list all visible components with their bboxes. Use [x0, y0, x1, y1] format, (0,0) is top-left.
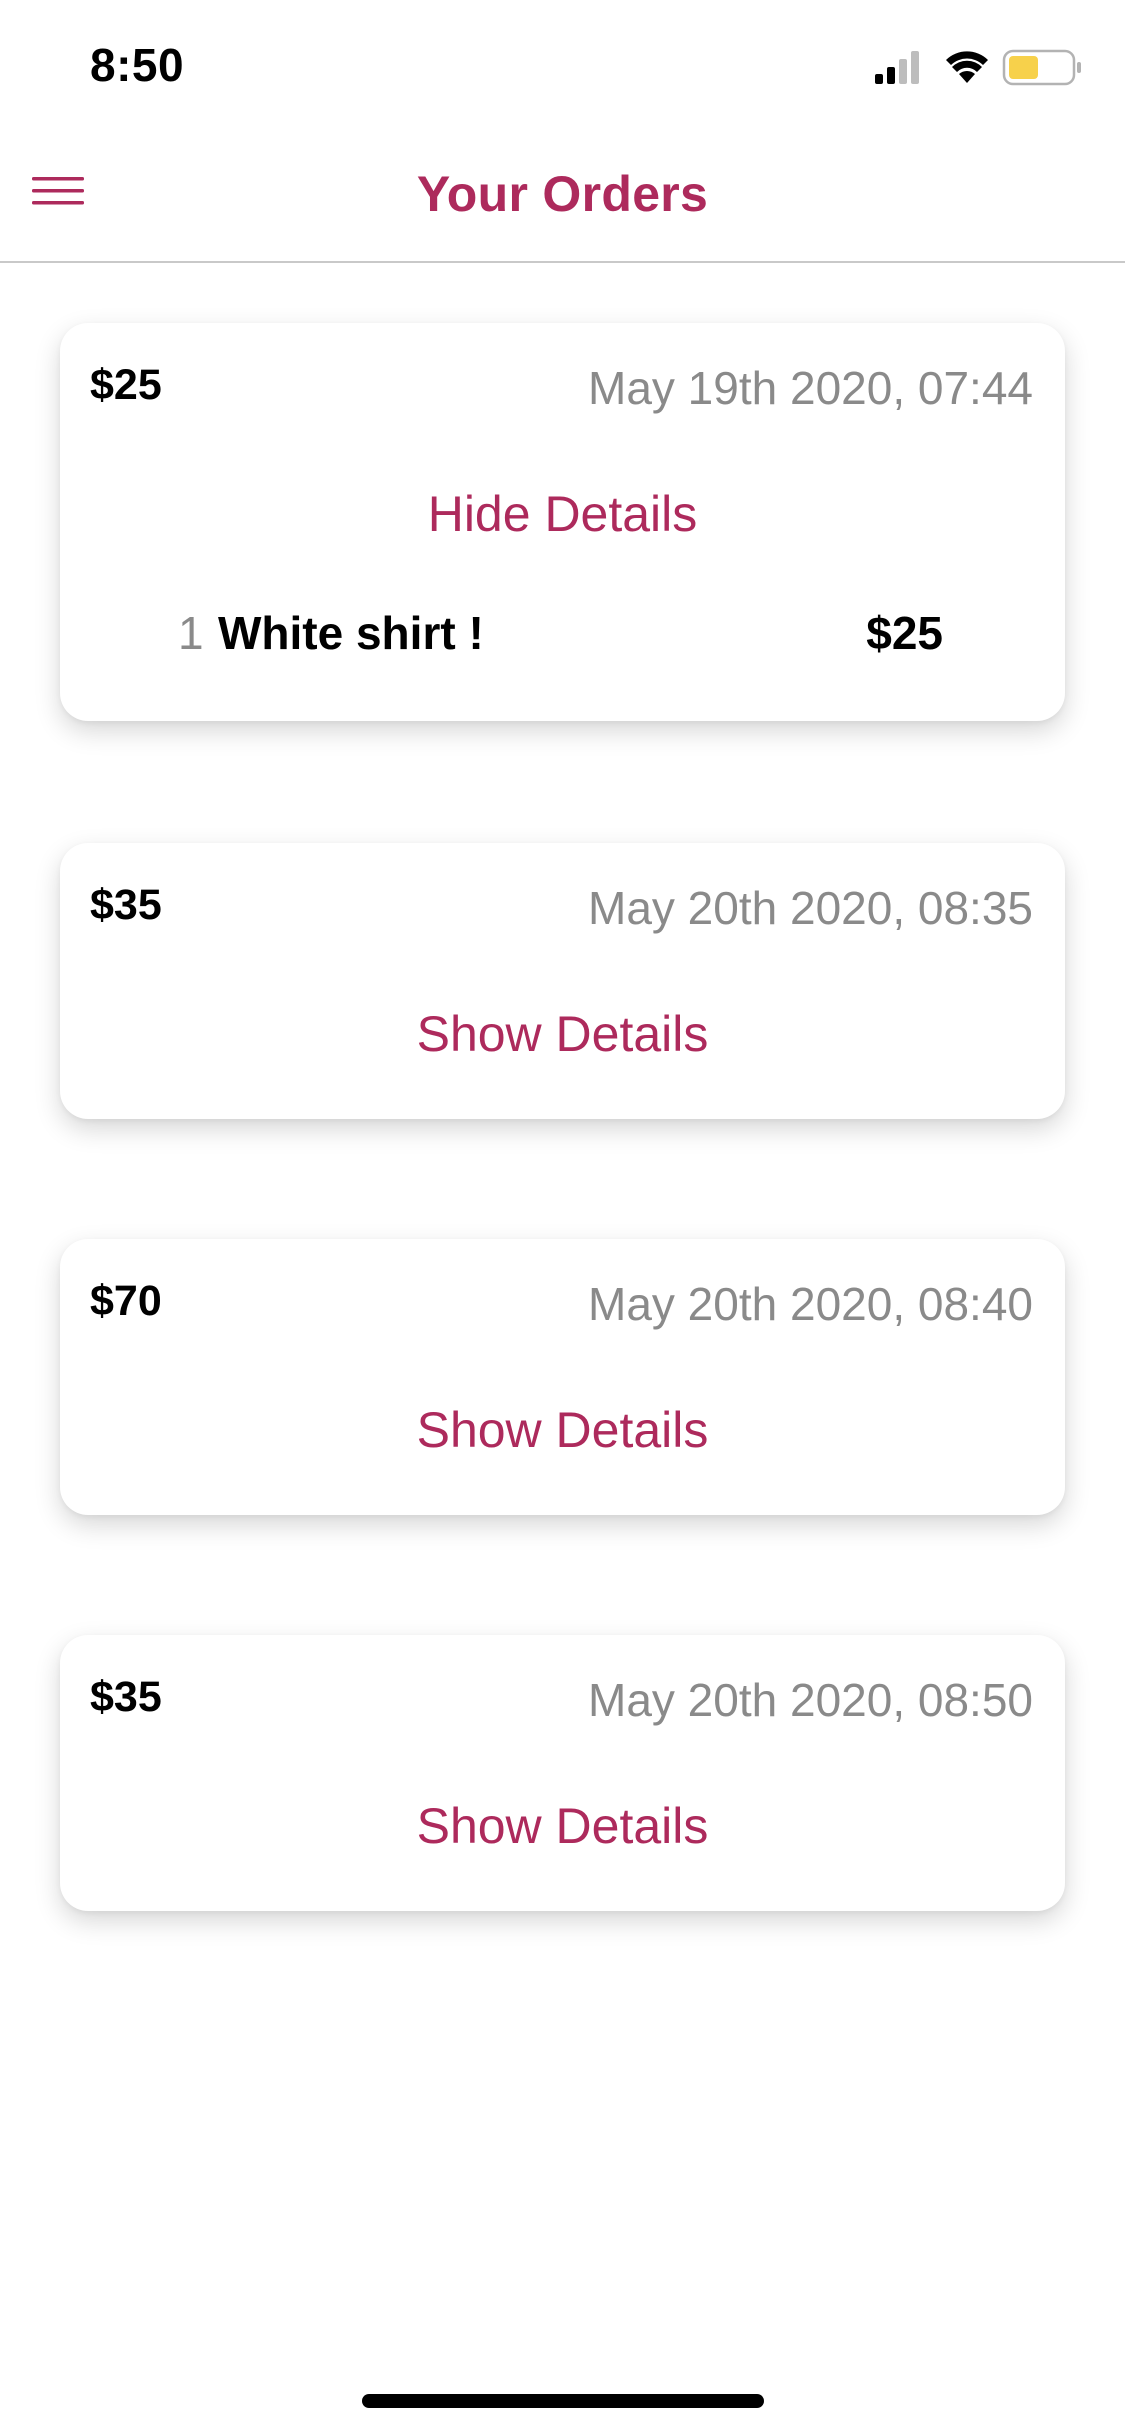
order-card: $25 May 19th 2020, 07:44 Hide Details 1 … — [60, 323, 1065, 721]
order-card: $35 May 20th 2020, 08:50 Show Details — [60, 1635, 1065, 1911]
item-name: White shirt ! — [218, 607, 484, 659]
order-total: $35 — [90, 881, 162, 929]
status-bar: 8:50 — [0, 0, 1125, 135]
order-card: $35 May 20th 2020, 08:35 Show Details — [60, 843, 1065, 1119]
show-details-button[interactable]: Show Details — [60, 1797, 1065, 1855]
header: Your Orders — [0, 135, 1125, 263]
status-time: 8:50 — [90, 39, 185, 91]
battery-icon — [1002, 49, 1081, 86]
order-item-row: 1 White shirt ! $25 — [60, 606, 1065, 666]
cellular-signal-icon — [875, 51, 919, 84]
status-icons — [875, 48, 1085, 88]
hide-details-button[interactable]: Hide Details — [60, 485, 1065, 543]
order-date: May 20th 2020, 08:50 — [588, 1674, 1033, 1726]
item-quantity: 1 — [178, 607, 204, 659]
wifi-icon — [946, 51, 988, 83]
page-title: Your Orders — [416, 166, 709, 222]
home-indicator[interactable] — [362, 2394, 764, 2408]
order-date: May 20th 2020, 08:35 — [588, 882, 1033, 934]
order-total: $25 — [90, 361, 162, 409]
order-date: May 20th 2020, 08:40 — [588, 1278, 1033, 1330]
order-date: May 19th 2020, 07:44 — [588, 362, 1033, 414]
order-total: $35 — [90, 1673, 162, 1721]
order-total: $70 — [90, 1277, 162, 1325]
show-details-button[interactable]: Show Details — [60, 1005, 1065, 1063]
show-details-button[interactable]: Show Details — [60, 1401, 1065, 1459]
item-price: $25 — [866, 607, 943, 659]
order-card: $70 May 20th 2020, 08:40 Show Details — [60, 1239, 1065, 1515]
